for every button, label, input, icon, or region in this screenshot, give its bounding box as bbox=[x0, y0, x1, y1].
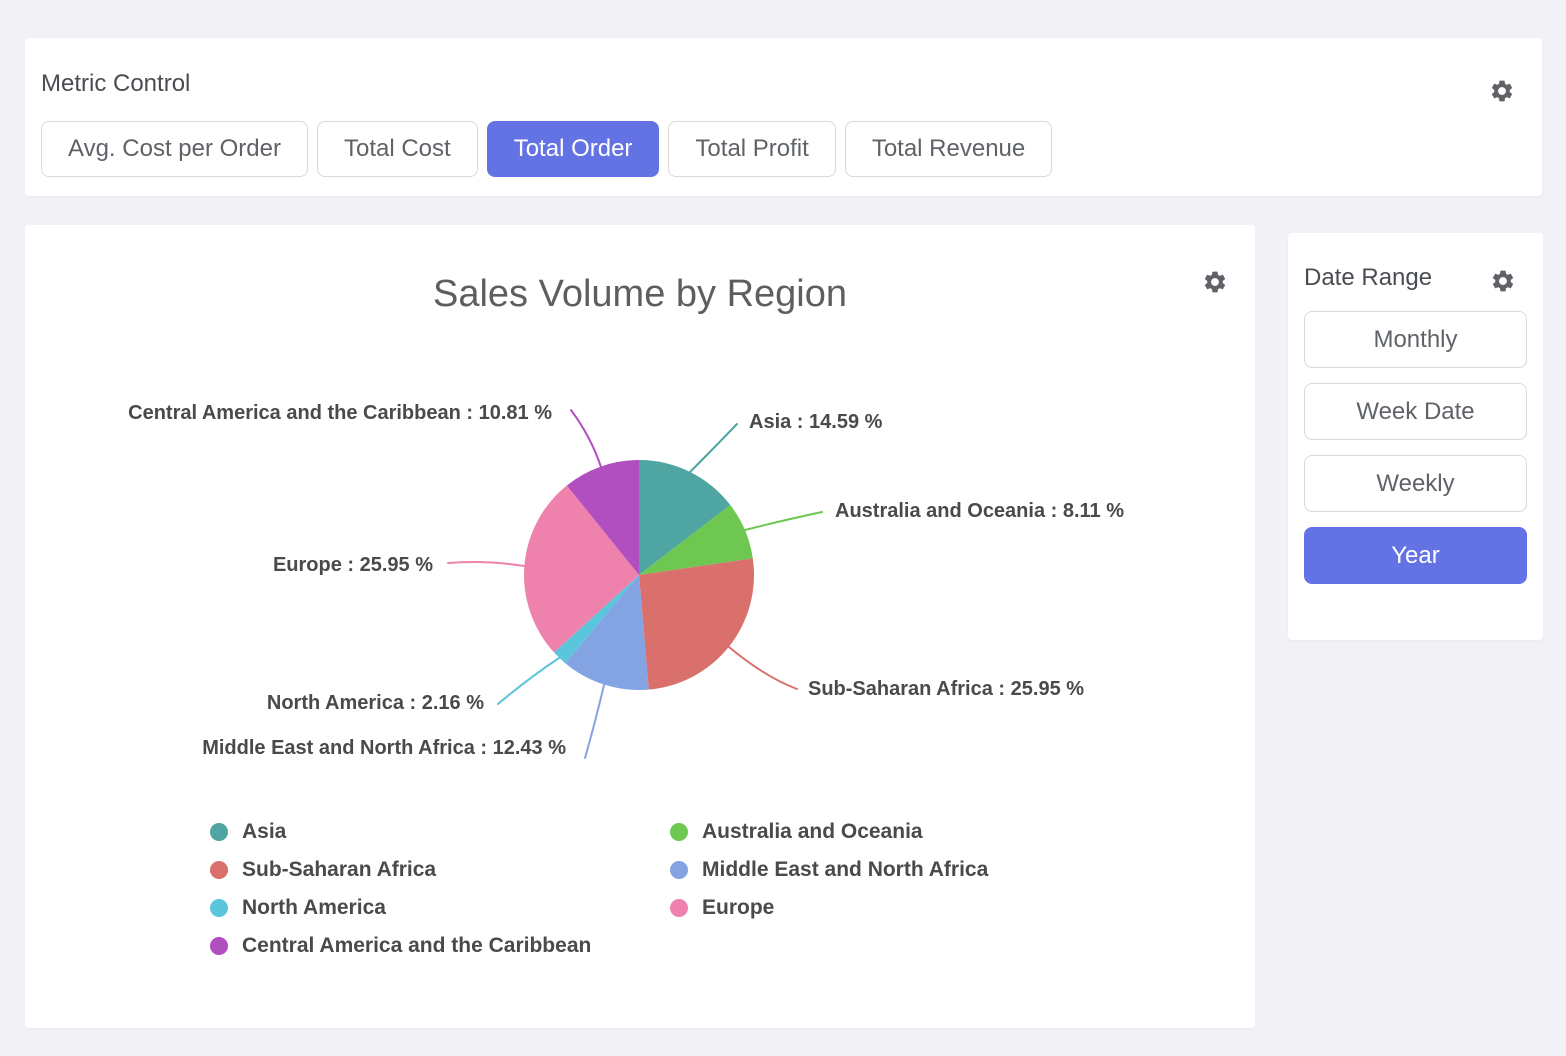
chart-legend: Asia Australia and Oceania Sub-Saharan Afr… bbox=[210, 821, 988, 957]
legend-label: Sub-Saharan Africa bbox=[242, 858, 436, 882]
legend-dot-asia bbox=[210, 823, 228, 841]
avg-cost-per-order-button[interactable]: Avg. Cost per Order bbox=[41, 121, 308, 177]
total-profit-button[interactable]: Total Profit bbox=[668, 121, 835, 177]
label-line-sub-saharan-africa bbox=[729, 647, 797, 689]
legend-item-sub-saharan-africa[interactable]: Sub-Saharan Africa bbox=[210, 859, 670, 881]
legend-dot-north-america bbox=[210, 899, 228, 917]
legend-label: Middle East and North Africa bbox=[702, 858, 988, 882]
total-cost-button[interactable]: Total Cost bbox=[317, 121, 478, 177]
date-range-button-group: Monthly Week Date Weekly Year bbox=[1304, 311, 1527, 584]
legend-dot-central-america-and-the-caribbean bbox=[210, 937, 228, 955]
pie-label-asia: Asia : 14.59 % bbox=[749, 411, 883, 433]
pie-label-central-america-and-the-caribbean: Central America and the Caribbean : 10.8… bbox=[128, 402, 552, 424]
legend-dot-europe bbox=[670, 899, 688, 917]
legend-item-asia[interactable]: Asia bbox=[210, 821, 670, 843]
pie-label-north-america: North America : 2.16 % bbox=[267, 692, 484, 714]
total-order-button[interactable]: Total Order bbox=[487, 121, 660, 177]
legend-label: North America bbox=[242, 896, 386, 920]
sales-volume-chart-panel: Sales Volume by Region Asia : 14.59 %Aus… bbox=[25, 225, 1255, 1028]
pie-label-middle-east-and-north-africa: Middle East and North Africa : 12.43 % bbox=[202, 737, 566, 759]
label-line-central-america-and-the-caribbean bbox=[571, 410, 601, 467]
date-range-title: Date Range bbox=[1304, 264, 1432, 292]
date-range-panel: Date Range Monthly Week Date Weekly Year bbox=[1288, 233, 1543, 640]
pie-label-australia-and-oceania: Australia and Oceania : 8.11 % bbox=[835, 500, 1124, 522]
pie-label-europe: Europe : 25.95 % bbox=[273, 554, 433, 576]
legend-label: Australia and Oceania bbox=[702, 820, 923, 844]
year-button[interactable]: Year bbox=[1304, 527, 1527, 584]
legend-label: Asia bbox=[242, 820, 286, 844]
label-line-australia-and-oceania bbox=[745, 512, 822, 530]
legend-item-central-america-and-the-caribbean[interactable]: Central America and the Caribbean bbox=[210, 935, 670, 957]
gear-icon[interactable] bbox=[1489, 78, 1515, 104]
pie-slice-sub-saharan-africa[interactable] bbox=[639, 558, 754, 689]
metric-button-group: Avg. Cost per OrderTotal CostTotal Order… bbox=[41, 121, 1052, 177]
legend-label: Europe bbox=[702, 896, 774, 920]
label-line-north-america bbox=[498, 658, 559, 704]
pie-chart: Asia : 14.59 % Australia and Oceania : 8.… bbox=[25, 225, 1255, 785]
label-line-europe bbox=[448, 562, 524, 566]
total-revenue-button[interactable]: Total Revenue bbox=[845, 121, 1052, 177]
legend-item-north-america[interactable]: North America bbox=[210, 897, 670, 919]
weekly-button[interactable]: Weekly bbox=[1304, 455, 1527, 512]
pie-label-sub-saharan-africa: Sub-Saharan Africa : 25.95 % bbox=[808, 678, 1084, 700]
label-line-middle-east-and-north-africa bbox=[585, 685, 604, 758]
monthly-button[interactable]: Monthly bbox=[1304, 311, 1527, 368]
metric-control-panel: Metric Control Avg. Cost per OrderTotal … bbox=[25, 38, 1542, 196]
legend-item-europe[interactable]: Europe bbox=[670, 897, 988, 919]
legend-dot-middle-east-and-north-africa bbox=[670, 861, 688, 879]
legend-item-australia-and-oceania[interactable]: Australia and Oceania bbox=[670, 821, 988, 843]
legend-item-middle-east-and-north-africa[interactable]: Middle East and North Africa bbox=[670, 859, 988, 881]
legend-dot-sub-saharan-africa bbox=[210, 861, 228, 879]
gear-icon[interactable] bbox=[1490, 268, 1516, 294]
legend-dot-australia-and-oceania bbox=[670, 823, 688, 841]
label-line-asia bbox=[690, 424, 737, 472]
metric-control-title: Metric Control bbox=[41, 70, 190, 98]
legend-label: Central America and the Caribbean bbox=[242, 934, 591, 958]
week-date-button[interactable]: Week Date bbox=[1304, 383, 1527, 440]
